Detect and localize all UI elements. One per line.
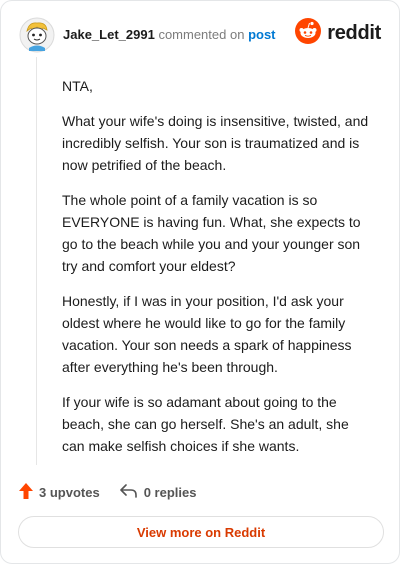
upvote-button[interactable]: 3 upvotes: [19, 482, 100, 502]
view-more-button[interactable]: View more on Reddit: [18, 516, 384, 548]
reply-button[interactable]: 0 replies: [119, 483, 197, 501]
comment-paragraph: NTA,: [62, 78, 93, 94]
comment-meta: Jake_Let_2991 commented on post: [63, 27, 276, 42]
avatar[interactable]: [19, 17, 55, 53]
comment-paragraph: The whole point of a family vacation is …: [62, 192, 361, 274]
reddit-logo-icon: [295, 17, 322, 49]
reddit-wordmark: reddit: [327, 21, 381, 44]
thread-line: [36, 57, 37, 465]
comment-embed-card: Jake_Let_2991 commented on post reddit N…: [0, 0, 400, 564]
commented-on-label: commented on: [158, 27, 245, 42]
upvote-count: 3 upvotes: [39, 484, 100, 500]
username-link[interactable]: Jake_Let_2991: [63, 27, 155, 42]
comment-paragraph: Honestly, if I was in your position, I'd…: [62, 293, 352, 375]
comment-paragraph: What your wife's doing is insensitive, t…: [62, 113, 369, 173]
comment-paragraph: If your wife is so adamant about going t…: [62, 394, 349, 454]
reply-count: 0 replies: [143, 484, 197, 500]
comment-actions: 3 upvotes 0 replies: [19, 481, 216, 503]
reply-icon: [119, 483, 144, 501]
comment-body: NTA, What your wife's doing is insensiti…: [62, 75, 372, 470]
post-link[interactable]: post: [248, 27, 275, 42]
reddit-brand[interactable]: reddit: [295, 17, 381, 49]
comment-header: Jake_Let_2991 commented on post reddit: [19, 13, 383, 53]
upvote-arrow-icon: [19, 482, 39, 502]
